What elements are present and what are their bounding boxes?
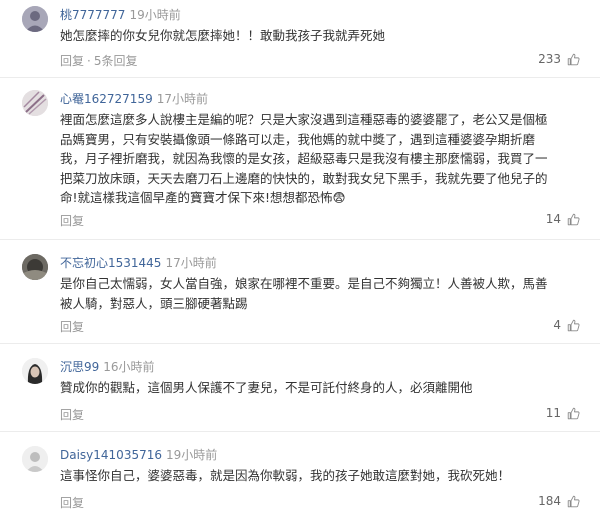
timestamp: 17小時前: [156, 92, 208, 106]
comment-item: 不忘初心1531445 17小時前 是你自己太懦弱，女人當自強，娘家在哪裡不重要。…: [0, 248, 600, 344]
separator: ·: [87, 54, 91, 68]
comment-actions: 回复: [60, 212, 84, 229]
comment-text: 她怎麼摔的你女兒你就怎麼摔她！！敢動我孩子我就弄死她: [60, 28, 386, 43]
like-button[interactable]: 233: [538, 52, 580, 66]
avatar[interactable]: [22, 90, 48, 116]
username[interactable]: 不忘初心1531445: [60, 256, 161, 270]
like-button[interactable]: 11: [546, 406, 580, 420]
thumbs-up-icon: [567, 213, 580, 225]
avatar[interactable]: [22, 446, 48, 472]
comment-actions: 回复: [60, 494, 84, 511]
comment-meta: 心罨162727159 17小時前: [60, 90, 208, 107]
reply-button[interactable]: 回复: [60, 408, 84, 422]
like-count: 4: [553, 318, 561, 332]
like-count: 11: [545, 406, 561, 420]
user-avatar-icon: [22, 254, 48, 280]
timestamp: 19小時前: [129, 8, 181, 22]
user-avatar-icon: [22, 446, 48, 472]
avatar[interactable]: [22, 254, 48, 280]
like-button[interactable]: 14: [546, 212, 580, 226]
thumbs-up-icon: [567, 319, 580, 331]
like-button[interactable]: 184: [538, 494, 580, 508]
comment-meta: 桃7777777 19小時前: [60, 6, 181, 23]
like-button[interactable]: 4: [553, 318, 580, 332]
user-avatar-icon: [22, 6, 48, 32]
comment-item: Daisy141035716 19小時前 這事怪你自己，婆婆惡毒，就是因為你軟弱，…: [0, 440, 600, 522]
username[interactable]: 桃7777777: [60, 8, 125, 22]
reply-button[interactable]: 回复: [60, 54, 84, 68]
thumbs-up-icon: [567, 407, 580, 419]
username[interactable]: 沉思99: [60, 360, 99, 374]
comment-text: 這事怪你自己，婆婆惡毒，就是因為你軟弱，我的孩子她敢這麼對她，我砍死她！: [60, 468, 511, 483]
username[interactable]: 心罨162727159: [60, 92, 153, 106]
avatar[interactable]: [22, 358, 48, 384]
comment-text: 裡面怎麼這麼多人說樓主是編的呢？只是大家沒遇到這種惡毒的婆婆罷了，老公又是個極品…: [60, 112, 548, 205]
user-avatar-icon: [22, 90, 48, 116]
reply-button[interactable]: 回复: [60, 214, 84, 228]
comment-meta: 不忘初心1531445 17小時前: [60, 254, 217, 271]
comment-item: 心罨162727159 17小時前 裡面怎麼這麼多人說樓主是編的呢？只是大家沒遇到…: [0, 84, 600, 240]
timestamp: 17小時前: [165, 256, 217, 270]
avatar[interactable]: [22, 6, 48, 32]
like-count: 184: [538, 494, 561, 508]
comment-text: 贊成你的觀點，這個男人保護不了妻兒，不是可託付終身的人，必須離開他: [60, 380, 473, 395]
like-count: 233: [538, 52, 561, 66]
like-count: 14: [545, 212, 561, 226]
thumbs-up-icon: [567, 495, 580, 507]
view-replies-link[interactable]: 5条回复: [94, 54, 138, 68]
reply-button[interactable]: 回复: [60, 320, 84, 334]
comment-text: 是你自己太懦弱，女人當自強，娘家在哪裡不重要。是自己不夠獨立！人善被人欺，馬善被…: [60, 276, 548, 311]
comment-item: 桃7777777 19小時前 她怎麼摔的你女兒你就怎麼摔她！！敢動我孩子我就弄死她…: [0, 0, 600, 78]
comment-actions: 回复 · 5条回复: [60, 52, 137, 69]
user-avatar-icon: [22, 358, 48, 384]
thumbs-up-icon: [567, 53, 580, 65]
timestamp: 16小時前: [103, 360, 155, 374]
comment-actions: 回复: [60, 318, 84, 335]
comment-meta: 沉思99 16小時前: [60, 358, 155, 375]
comment-actions: 回复: [60, 406, 84, 423]
timestamp: 19小時前: [166, 448, 218, 462]
comment-meta: Daisy141035716 19小時前: [60, 446, 217, 463]
comment-item: 沉思99 16小時前 贊成你的觀點，這個男人保護不了妻兒，不是可託付終身的人，必須…: [0, 352, 600, 432]
username[interactable]: Daisy141035716: [60, 448, 162, 462]
reply-button[interactable]: 回复: [60, 496, 84, 510]
